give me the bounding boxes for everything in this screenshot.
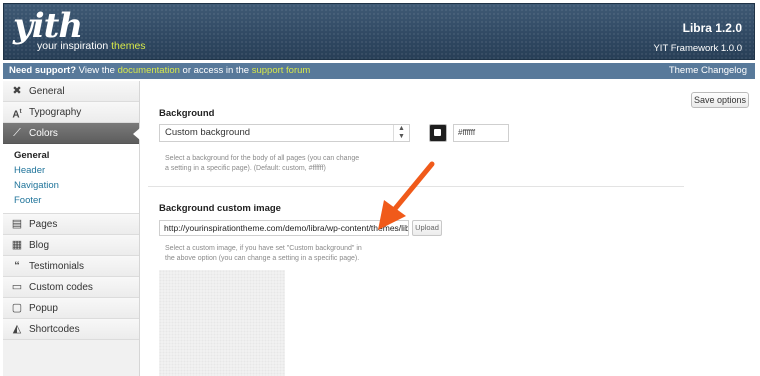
support-prefix: Need support? bbox=[9, 65, 77, 76]
sidebar-item-shortcodes[interactable]: ◭ Shortcodes bbox=[3, 319, 139, 340]
subnav-item-navigation[interactable]: Navigation bbox=[3, 178, 139, 193]
documentation-link[interactable]: documentation bbox=[118, 65, 180, 76]
sidebar-item-label: Typography bbox=[29, 107, 82, 118]
annotation-arrow-icon bbox=[378, 161, 435, 230]
sidebar-item-label: Shortcodes bbox=[29, 324, 80, 335]
quote-icon: “ bbox=[14, 260, 20, 272]
options-sidebar: ✖ General At Typography ⟋ Colors General… bbox=[3, 81, 140, 376]
sidebar-item-label: Blog bbox=[29, 240, 50, 251]
image-preview bbox=[159, 270, 285, 376]
sidebar-item-custom-codes[interactable]: ▭ Custom codes bbox=[3, 277, 139, 298]
sidebar-item-typography[interactable]: At Typography bbox=[3, 102, 139, 123]
sidebar-item-label: Popup bbox=[29, 303, 58, 314]
framework-version: YIT Framework 1.0.0 bbox=[653, 43, 742, 54]
color-value-field[interactable]: #ffffff bbox=[453, 124, 509, 142]
sidebar-item-colors[interactable]: ⟋ Colors bbox=[3, 123, 140, 144]
background-label: Background bbox=[159, 108, 215, 119]
theme-version: Libra 1.2.0 bbox=[682, 21, 742, 35]
background-select[interactable]: Custom background ▲ ▼ bbox=[159, 124, 410, 142]
sidebar-item-pages[interactable]: ▤ Pages bbox=[3, 214, 139, 235]
custom-image-label: Background custom image bbox=[159, 203, 281, 214]
description-line: Select a background for the body of all … bbox=[165, 155, 360, 162]
sidebar-item-label: General bbox=[29, 86, 65, 97]
description-line: the above option (you can change a setti… bbox=[165, 255, 360, 262]
tagline-prefix: your inspiration bbox=[37, 40, 112, 52]
support-text-1: View the bbox=[76, 65, 118, 76]
shortcodes-icon: ◭ bbox=[12, 323, 22, 335]
chevron-updown-icon: ▲ ▼ bbox=[393, 125, 409, 141]
sidebar-item-label: Colors bbox=[29, 128, 58, 139]
sidebar-item-blog[interactable]: ▦ Blog bbox=[3, 235, 139, 256]
subnav-item-footer[interactable]: Footer bbox=[3, 193, 139, 208]
theme-changelog-link[interactable]: Theme Changelog bbox=[669, 63, 747, 79]
code-icon: ▭ bbox=[11, 281, 23, 293]
sidebar-item-label: Pages bbox=[29, 219, 58, 230]
sidebar-item-testimonials[interactable]: “ Testimonials bbox=[3, 256, 139, 277]
background-description: Select a background for the body of all … bbox=[165, 154, 359, 174]
brush-icon: ⟋ bbox=[13, 127, 21, 139]
description-line: Select a custom image, if you have set "… bbox=[165, 245, 362, 252]
logo-tagline: your inspiration themes bbox=[37, 40, 146, 52]
colors-subnav: General Header Navigation Footer bbox=[3, 144, 139, 214]
sidebar-item-label: Testimonials bbox=[29, 261, 85, 272]
sidebar-item-label: Custom codes bbox=[29, 282, 93, 293]
color-swatch[interactable] bbox=[429, 124, 447, 142]
description-line: a setting in a specific page). (Default:… bbox=[165, 165, 326, 172]
subnav-item-general[interactable]: General bbox=[3, 148, 139, 163]
pages-icon: ▤ bbox=[11, 218, 23, 230]
popup-icon: ▢ bbox=[11, 302, 23, 314]
subnav-item-header[interactable]: Header bbox=[3, 163, 139, 178]
save-options-button[interactable]: Save options bbox=[691, 92, 749, 108]
sidebar-item-general[interactable]: ✖ General bbox=[3, 81, 139, 102]
background-select-value: Custom background bbox=[165, 127, 251, 138]
sidebar-item-popup[interactable]: ▢ Popup bbox=[3, 298, 139, 319]
support-bar: Need support? View the documentation or … bbox=[3, 63, 755, 79]
wrench-icon: ✖ bbox=[12, 85, 22, 97]
support-text-2: or access in the bbox=[179, 65, 252, 76]
support-forum-link[interactable]: support forum bbox=[252, 65, 311, 76]
custom-image-description: Select a custom image, if you have set "… bbox=[165, 244, 362, 264]
tagline-accent: themes bbox=[111, 40, 146, 52]
theme-header: yith your inspiration themes Libra 1.2.0… bbox=[3, 3, 755, 60]
blog-icon: ▦ bbox=[11, 239, 23, 251]
typography-icon: At bbox=[12, 109, 22, 121]
